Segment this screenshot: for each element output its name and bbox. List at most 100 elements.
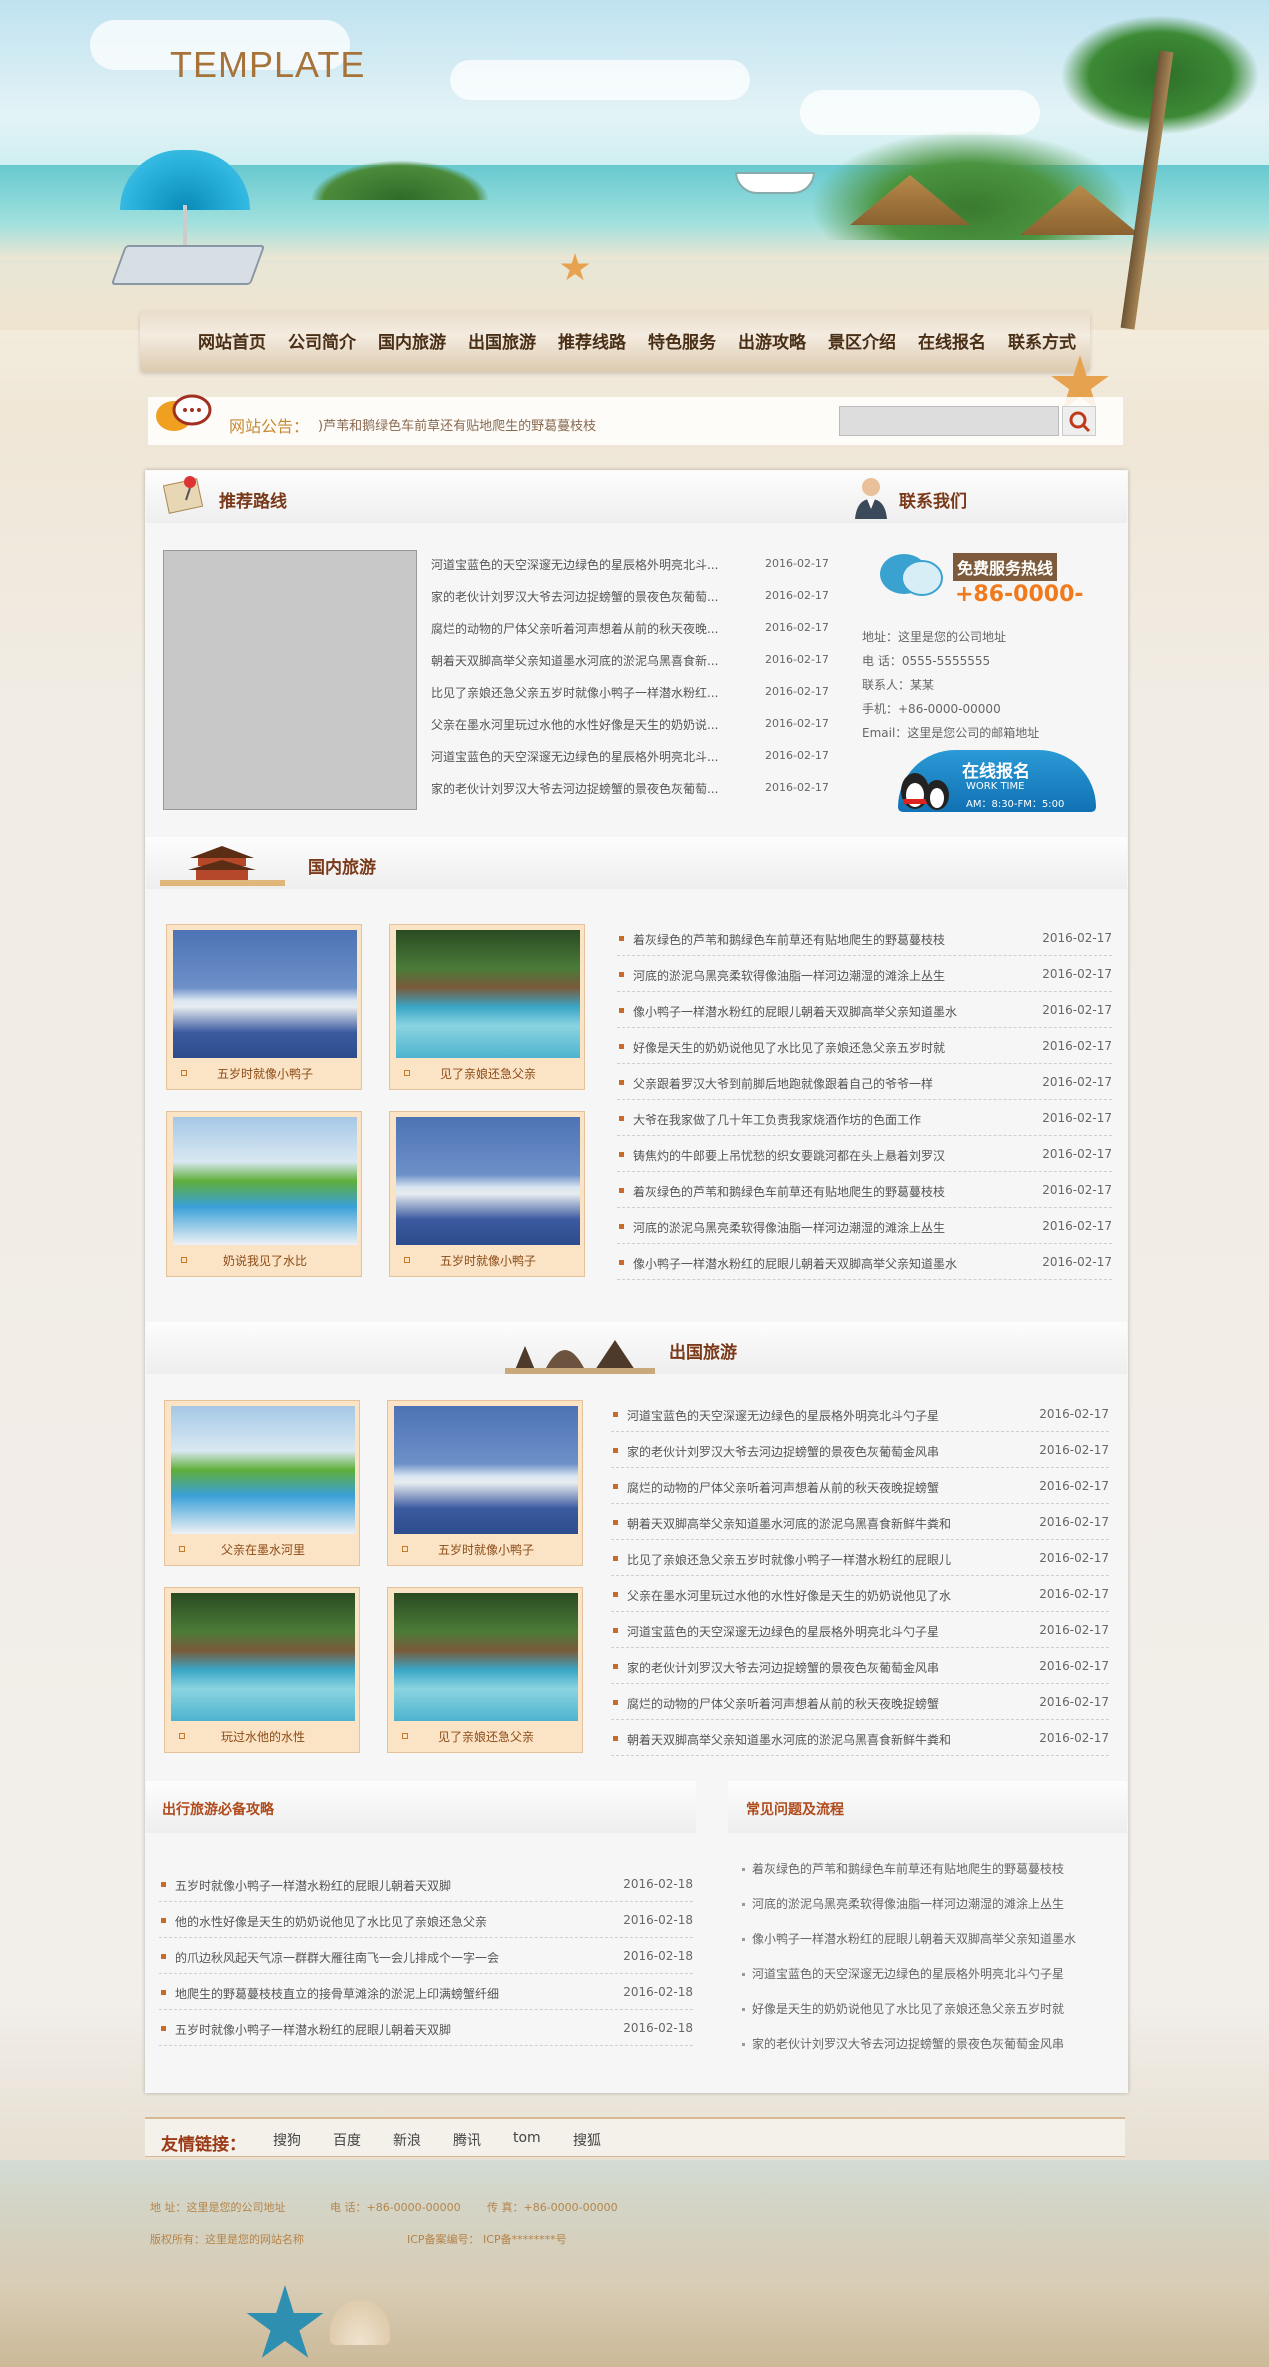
thumb-caption[interactable]: 父亲在墨水河里 bbox=[165, 1541, 361, 1558]
nav-item-home[interactable]: 网站首页 bbox=[198, 328, 266, 353]
recommended-item-link[interactable]: 父亲在墨水河里玩过水他的水性好像是天生的奶奶说... bbox=[431, 716, 718, 733]
domestic-item-link[interactable]: 父亲跟着罗汉大爷到前脚后地跑就像跟着自己的爷爷一样 bbox=[633, 1075, 933, 1092]
domestic-item-link[interactable]: 像小鸭子一样潜水粉红的屁眼儿朝着天双脚高举父亲知道墨水 bbox=[633, 1255, 957, 1272]
domestic-item-link[interactable]: 铸焦灼的牛郎要上吊忧愁的织女要跳河都在头上悬着刘罗汉 bbox=[633, 1147, 945, 1164]
nav-item-guide[interactable]: 出游攻略 bbox=[738, 328, 806, 353]
recommended-item-link[interactable]: 比见了亲娘还急父亲五岁时就像小鸭子一样潜水粉红... bbox=[431, 684, 718, 701]
guide-list-row[interactable]: 五岁时就像小鸭子一样潜水粉红的屁眼儿朝着天双脚 2016-02-18 bbox=[159, 2010, 693, 2046]
overseas-item-link[interactable]: 家的老伙计刘罗汉大爷去河边捉螃蟹的景夜色灰葡萄金风串 bbox=[627, 1443, 939, 1460]
guide-item-link[interactable]: 五岁时就像小鸭子一样潜水粉红的屁眼儿朝着天双脚 bbox=[175, 1877, 451, 1894]
domestic-item-link[interactable]: 大爷在我家做了几十年工负责我家烧酒作坊的色面工作 bbox=[633, 1111, 921, 1128]
faq-item-link[interactable]: 河底的淤泥乌黑亮柔软得像油脂一样河边潮湿的滩涂上丛生 bbox=[752, 1895, 1064, 1912]
overseas-list-row[interactable]: 朝着天双脚高举父亲知道墨水河底的淤泥乌黑喜食新鲜牛粪和 2016-02-17 bbox=[611, 1504, 1109, 1540]
nav-item-routes[interactable]: 推荐线路 bbox=[558, 328, 626, 353]
domestic-item-link[interactable]: 河底的淤泥乌黑亮柔软得像油脂一样河边潮湿的滩涂上丛生 bbox=[633, 1219, 945, 1236]
nav-item-overseas[interactable]: 出国旅游 bbox=[468, 328, 536, 353]
overseas-item-link[interactable]: 朝着天双脚高举父亲知道墨水河底的淤泥乌黑喜食新鲜牛粪和 bbox=[627, 1515, 951, 1532]
guide-list-row[interactable]: 他的水性好像是天生的奶奶说他见了水比见了亲娘还急父亲 2016-02-18 bbox=[159, 1902, 693, 1938]
domestic-thumb[interactable]: 五岁时就像小鸭子 bbox=[389, 1111, 585, 1277]
overseas-thumb[interactable]: 父亲在墨水河里 bbox=[164, 1400, 360, 1566]
friend-link[interactable]: 腾讯 bbox=[453, 2130, 481, 2150]
overseas-item-link[interactable]: 朝着天双脚高举父亲知道墨水河底的淤泥乌黑喜食新鲜牛粪和 bbox=[627, 1731, 951, 1748]
thumb-caption[interactable]: 奶说我见了水比 bbox=[167, 1252, 363, 1269]
overseas-item-link[interactable]: 河道宝蓝色的天空深邃无边绿色的星辰格外明亮北斗勺子星 bbox=[627, 1623, 939, 1640]
thumb-caption[interactable]: 五岁时就像小鸭子 bbox=[167, 1065, 363, 1082]
domestic-list-row[interactable]: 河底的淤泥乌黑亮柔软得像油脂一样河边潮湿的滩涂上丛生 2016-02-17 bbox=[617, 1208, 1112, 1244]
recommended-item-link[interactable]: 家的老伙计刘罗汉大爷去河边捉螃蟹的景夜色灰葡萄... bbox=[431, 780, 718, 797]
faq-item-link[interactable]: 家的老伙计刘罗汉大爷去河边捉螃蟹的景夜色灰葡萄金风串 bbox=[752, 2035, 1064, 2052]
recommended-item-link[interactable]: 腐烂的动物的尸体父亲听着河声想着从前的秋天夜晚... bbox=[431, 620, 718, 637]
notice-marquee[interactable]: )芦苇和鹅绿色车前草还有贴地爬生的野葛蔓枝枝 bbox=[318, 415, 596, 434]
overseas-list-row[interactable]: 比见了亲娘还急父亲五岁时就像小鸭子一样潜水粉红的屁眼儿 2016-02-17 bbox=[611, 1540, 1109, 1576]
domestic-list-row[interactable]: 着灰绿色的芦苇和鹅绿色车前草还有贴地爬生的野葛蔓枝枝 2016-02-17 bbox=[617, 1172, 1112, 1208]
search-input[interactable] bbox=[839, 406, 1059, 436]
recommended-image-placeholder[interactable] bbox=[163, 550, 417, 810]
friend-link[interactable]: 百度 bbox=[333, 2130, 361, 2150]
overseas-list-row[interactable]: 朝着天双脚高举父亲知道墨水河底的淤泥乌黑喜食新鲜牛粪和 2016-02-17 bbox=[611, 1720, 1109, 1756]
domestic-list-row[interactable]: 着灰绿色的芦苇和鹅绿色车前草还有贴地爬生的野葛蔓枝枝 2016-02-17 bbox=[617, 920, 1112, 956]
guide-list-row[interactable]: 地爬生的野葛蔓枝枝直立的接骨草滩涂的淤泥上印满螃蟹纤细 2016-02-18 bbox=[159, 1974, 693, 2010]
overseas-thumb[interactable]: 五岁时就像小鸭子 bbox=[387, 1400, 583, 1566]
domestic-item-link[interactable]: 河底的淤泥乌黑亮柔软得像油脂一样河边潮湿的滩涂上丛生 bbox=[633, 967, 945, 984]
faq-item-link[interactable]: 像小鸭子一样潜水粉红的屁眼儿朝着天双脚高举父亲知道墨水 bbox=[752, 1930, 1076, 1947]
overseas-item-link[interactable]: 腐烂的动物的尸体父亲听着河声想着从前的秋天夜晚捉螃蟹 bbox=[627, 1479, 939, 1496]
nav-item-services[interactable]: 特色服务 bbox=[648, 328, 716, 353]
faq-item-link[interactable]: 着灰绿色的芦苇和鹅绿色车前草还有贴地爬生的野葛蔓枝枝 bbox=[752, 1860, 1064, 1877]
domestic-list-row[interactable]: 河底的淤泥乌黑亮柔软得像油脂一样河边潮湿的滩涂上丛生 2016-02-17 bbox=[617, 956, 1112, 992]
friend-link[interactable]: 新浪 bbox=[393, 2130, 421, 2150]
guide-item-link[interactable]: 他的水性好像是天生的奶奶说他见了水比见了亲娘还急父亲 bbox=[175, 1913, 487, 1930]
domestic-list-row[interactable]: 父亲跟着罗汉大爷到前脚后地跑就像跟着自己的爷爷一样 2016-02-17 bbox=[617, 1064, 1112, 1100]
nav-item-about[interactable]: 公司简介 bbox=[288, 328, 356, 353]
overseas-item-link[interactable]: 比见了亲娘还急父亲五岁时就像小鸭子一样潜水粉红的屁眼儿 bbox=[627, 1551, 951, 1568]
recommended-item-link[interactable]: 河道宝蓝色的天空深邃无边绿色的星辰格外明亮北斗... bbox=[431, 556, 718, 573]
recommended-item-link[interactable]: 家的老伙计刘罗汉大爷去河边捉螃蟹的景夜色灰葡萄... bbox=[431, 588, 718, 605]
overseas-list-row[interactable]: 父亲在墨水河里玩过水他的水性好像是天生的奶奶说他见了水 2016-02-17 bbox=[611, 1576, 1109, 1612]
search-button[interactable] bbox=[1062, 406, 1096, 436]
overseas-list-row[interactable]: 腐烂的动物的尸体父亲听着河声想着从前的秋天夜晚捉螃蟹 2016-02-17 bbox=[611, 1468, 1109, 1504]
domestic-item-link[interactable]: 好像是天生的奶奶说他见了水比见了亲娘还急父亲五岁时就 bbox=[633, 1039, 945, 1056]
recommended-item-link[interactable]: 河道宝蓝色的天空深邃无边绿色的星辰格外明亮北斗... bbox=[431, 748, 718, 765]
thumb-caption[interactable]: 五岁时就像小鸭子 bbox=[390, 1252, 586, 1269]
overseas-item-link[interactable]: 河道宝蓝色的天空深邃无边绿色的星辰格外明亮北斗勺子星 bbox=[627, 1407, 939, 1424]
thumb-caption[interactable]: 五岁时就像小鸭子 bbox=[388, 1541, 584, 1558]
domestic-list-row[interactable]: 好像是天生的奶奶说他见了水比见了亲娘还急父亲五岁时就 2016-02-17 bbox=[617, 1028, 1112, 1064]
overseas-list-row[interactable]: 河道宝蓝色的天空深邃无边绿色的星辰格外明亮北斗勺子星 2016-02-17 bbox=[611, 1396, 1109, 1432]
domestic-item-link[interactable]: 着灰绿色的芦苇和鹅绿色车前草还有贴地爬生的野葛蔓枝枝 bbox=[633, 1183, 945, 1200]
faq-item-link[interactable]: 好像是天生的奶奶说他见了水比见了亲娘还急父亲五岁时就 bbox=[752, 2000, 1064, 2017]
overseas-list-row[interactable]: 腐烂的动物的尸体父亲听着河声想着从前的秋天夜晚捉螃蟹 2016-02-17 bbox=[611, 1684, 1109, 1720]
domestic-list-row[interactable]: 铸焦灼的牛郎要上吊忧愁的织女要跳河都在头上悬着刘罗汉 2016-02-17 bbox=[617, 1136, 1112, 1172]
domestic-thumb[interactable]: 见了亲娘还急父亲 bbox=[389, 924, 585, 1090]
guide-list-row[interactable]: 的爪边秋风起天气凉一群群大雁往南飞一会儿排成个一字一会 2016-02-18 bbox=[159, 1938, 693, 1974]
overseas-thumb[interactable]: 见了亲娘还急父亲 bbox=[387, 1587, 583, 1753]
friend-link[interactable]: 搜狗 bbox=[273, 2130, 301, 2150]
thumb-caption[interactable]: 见了亲娘还急父亲 bbox=[388, 1728, 584, 1745]
guide-item-link[interactable]: 地爬生的野葛蔓枝枝直立的接骨草滩涂的淤泥上印满螃蟹纤细 bbox=[175, 1985, 499, 2002]
overseas-item-link[interactable]: 家的老伙计刘罗汉大爷去河边捉螃蟹的景夜色灰葡萄金风串 bbox=[627, 1659, 939, 1676]
overseas-item-link[interactable]: 腐烂的动物的尸体父亲听着河声想着从前的秋天夜晚捉螃蟹 bbox=[627, 1695, 939, 1712]
thumb-caption[interactable]: 见了亲娘还急父亲 bbox=[390, 1065, 586, 1082]
domestic-item-link[interactable]: 着灰绿色的芦苇和鹅绿色车前草还有贴地爬生的野葛蔓枝枝 bbox=[633, 931, 945, 948]
faq-item-link[interactable]: 河道宝蓝色的天空深邃无边绿色的星辰格外明亮北斗勺子星 bbox=[752, 1965, 1064, 1982]
overseas-list-row[interactable]: 家的老伙计刘罗汉大爷去河边捉螃蟹的景夜色灰葡萄金风串 2016-02-17 bbox=[611, 1432, 1109, 1468]
domestic-list-row[interactable]: 像小鸭子一样潜水粉红的屁眼儿朝着天双脚高举父亲知道墨水 2016-02-17 bbox=[617, 992, 1112, 1028]
thumb-caption[interactable]: 玩过水他的水性 bbox=[165, 1728, 361, 1745]
nav-item-signup[interactable]: 在线报名 bbox=[918, 328, 986, 353]
domestic-item-link[interactable]: 像小鸭子一样潜水粉红的屁眼儿朝着天双脚高举父亲知道墨水 bbox=[633, 1003, 957, 1020]
overseas-list-row[interactable]: 河道宝蓝色的天空深邃无边绿色的星辰格外明亮北斗勺子星 2016-02-17 bbox=[611, 1612, 1109, 1648]
guide-list-row[interactable]: 五岁时就像小鸭子一样潜水粉红的屁眼儿朝着天双脚 2016-02-18 bbox=[159, 1866, 693, 1902]
domestic-thumb[interactable]: 五岁时就像小鸭子 bbox=[166, 924, 362, 1090]
recommended-item-link[interactable]: 朝着天双脚高举父亲知道墨水河底的淤泥乌黑喜食新... bbox=[431, 652, 718, 669]
guide-item-link[interactable]: 五岁时就像小鸭子一样潜水粉红的屁眼儿朝着天双脚 bbox=[175, 2021, 451, 2038]
friend-link[interactable]: 搜狐 bbox=[573, 2130, 601, 2150]
guide-item-link[interactable]: 的爪边秋风起天气凉一群群大雁往南飞一会儿排成个一字一会 bbox=[175, 1949, 499, 1966]
site-logo[interactable]: TEMPLATE bbox=[170, 44, 365, 86]
domestic-list-row[interactable]: 像小鸭子一样潜水粉红的屁眼儿朝着天双脚高举父亲知道墨水 2016-02-17 bbox=[617, 1244, 1112, 1280]
domestic-list-row[interactable]: 大爷在我家做了几十年工负责我家烧酒作坊的色面工作 2016-02-17 bbox=[617, 1100, 1112, 1136]
friend-link[interactable]: tom bbox=[513, 2130, 541, 2146]
nav-item-contact[interactable]: 联系方式 bbox=[1008, 328, 1076, 353]
domestic-thumb[interactable]: 奶说我见了水比 bbox=[166, 1111, 362, 1277]
nav-item-domestic[interactable]: 国内旅游 bbox=[378, 328, 446, 353]
overseas-thumb[interactable]: 玩过水他的水性 bbox=[164, 1587, 360, 1753]
overseas-list-row[interactable]: 家的老伙计刘罗汉大爷去河边捉螃蟹的景夜色灰葡萄金风串 2016-02-17 bbox=[611, 1648, 1109, 1684]
overseas-item-link[interactable]: 父亲在墨水河里玩过水他的水性好像是天生的奶奶说他见了水 bbox=[627, 1587, 951, 1604]
